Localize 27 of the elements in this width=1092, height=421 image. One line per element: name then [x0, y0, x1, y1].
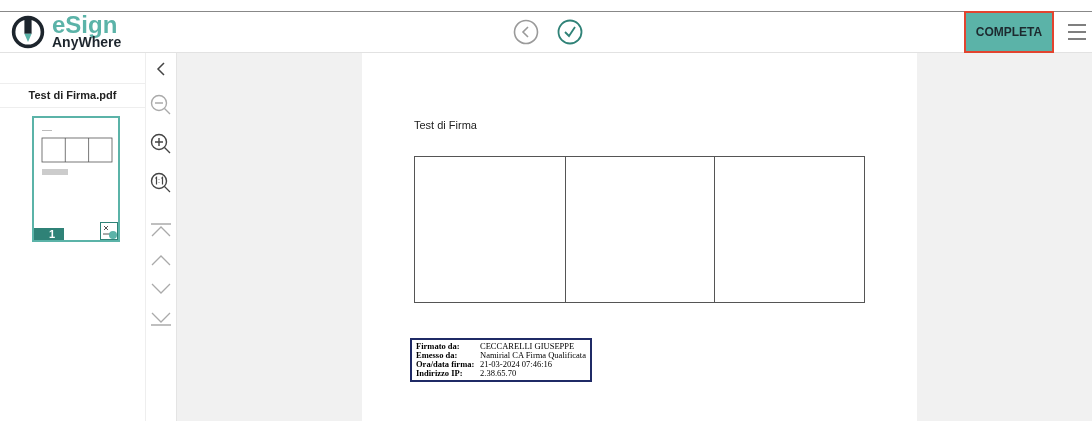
signature-stamp[interactable]: Firmato da: CECCARELLI GIUSEPPE Emesso da: Namirial CA Firma Qualificata Ora/data firma: 21-03-2024 07:46:16 Indirizzo IP: 2.38.65.70	[410, 338, 592, 382]
menu-icon[interactable]	[1068, 24, 1086, 40]
next-page-icon[interactable]	[150, 283, 172, 295]
page-thumbnail[interactable]: 1	[32, 116, 120, 242]
logo-icon	[10, 14, 46, 50]
signature-label: Firmato da:	[416, 342, 461, 351]
previous-page-icon[interactable]	[150, 254, 172, 266]
document-heading: Test di Firma	[414, 119, 478, 131]
signature-value: CECCARELLI GIUSEPPE	[480, 342, 575, 351]
back-icon[interactable]	[513, 19, 539, 45]
check-icon[interactable]	[557, 19, 583, 45]
signature-value: 2.38.65.70	[480, 369, 517, 378]
file-name: Test di Firma.pdf	[0, 83, 145, 108]
collapse-icon[interactable]	[155, 61, 167, 77]
first-page-icon[interactable]	[150, 223, 172, 237]
page-number: 1	[34, 228, 64, 240]
actual-size-icon[interactable]	[150, 172, 172, 194]
signature-label: Emesso da:	[416, 351, 459, 360]
complete-button[interactable]: COMPLETA	[964, 10, 1054, 53]
signature-value: Namirial CA Firma Qualificata	[480, 351, 586, 360]
signature-label: Ora/data firma:	[416, 360, 476, 369]
signature-label: Indirizzo IP:	[416, 369, 464, 378]
signature-value: 21-03-2024 07:46:16	[480, 360, 552, 369]
zoom-out-icon[interactable]	[150, 94, 172, 116]
last-page-icon[interactable]	[150, 312, 172, 326]
zoom-in-icon[interactable]	[150, 133, 172, 155]
signature-field-icon	[100, 222, 118, 240]
